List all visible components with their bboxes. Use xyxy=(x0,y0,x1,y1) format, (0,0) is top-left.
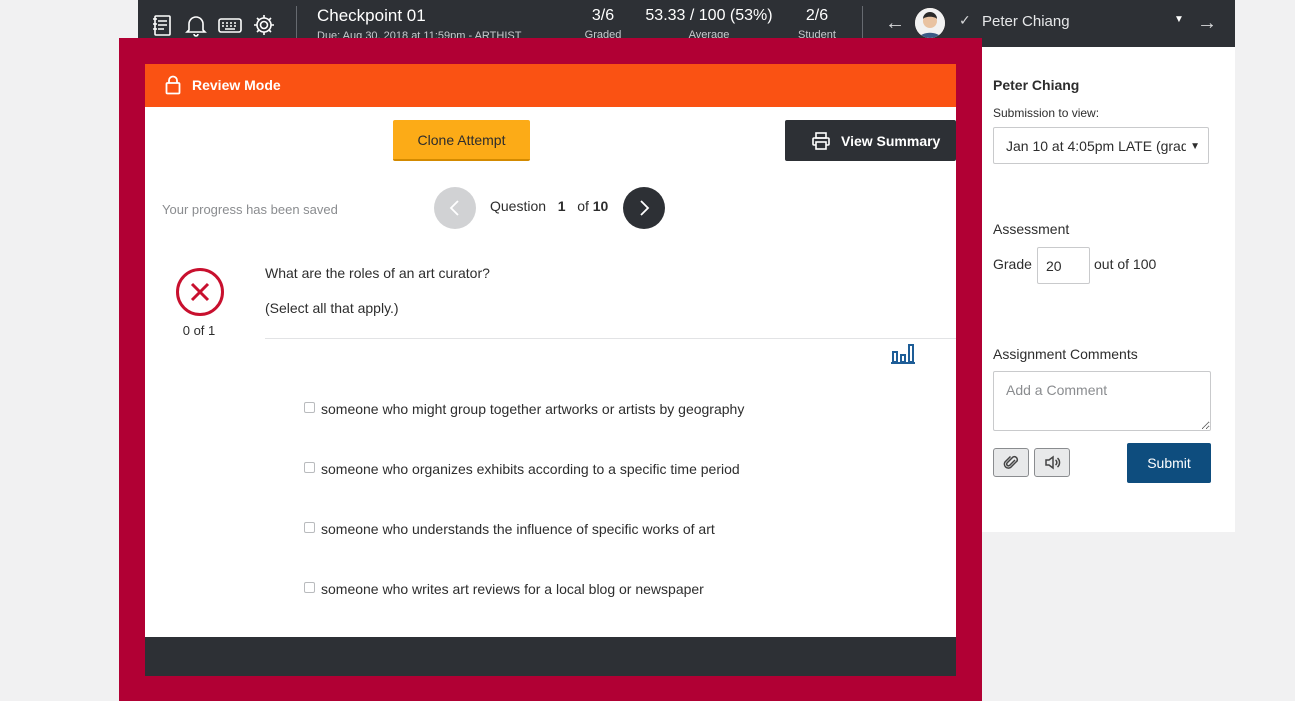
grade-label: Grade xyxy=(993,256,1032,272)
x-circle-icon xyxy=(176,268,224,316)
comments-heading: Assignment Comments xyxy=(993,346,1138,362)
answer-option[interactable]: someone who organizes exhibits according… xyxy=(304,461,740,477)
answer-option[interactable]: someone who writes art reviews for a loc… xyxy=(304,581,704,597)
assessment-content: Review Mode Clone Attempt View Summary Y… xyxy=(145,64,956,676)
grade-input[interactable] xyxy=(1037,247,1090,284)
speaker-icon xyxy=(1045,455,1061,470)
attach-file-button[interactable] xyxy=(993,448,1029,477)
of-word: of xyxy=(577,198,589,214)
question-score: 0 of 1 xyxy=(182,323,216,338)
chevron-down-icon: ▼ xyxy=(1186,141,1200,152)
keyboard-icon[interactable] xyxy=(217,12,243,38)
gear-icon[interactable] xyxy=(251,12,277,38)
chevron-left-icon xyxy=(449,200,459,216)
answer-checkbox[interactable] xyxy=(304,582,315,593)
total-questions: 10 xyxy=(592,198,609,214)
content-footer-bar xyxy=(145,637,956,676)
answer-option-label: someone who organizes exhibits according… xyxy=(321,461,740,477)
avatar xyxy=(915,8,945,38)
grade-out-of: out of 100 xyxy=(1094,256,1157,272)
student-dropdown-caret[interactable]: ▼ xyxy=(1174,14,1184,25)
answer-option[interactable]: someone who understands the influence of… xyxy=(304,521,715,537)
submission-selected-value: Jan 10 at 4:05pm LATE (grade xyxy=(1006,138,1197,154)
grading-panel: Peter Chiang Submission to view: Jan 10 … xyxy=(982,47,1235,532)
chevron-right-icon xyxy=(640,200,650,216)
answer-option-label: someone who might group together artwork… xyxy=(321,401,745,417)
answer-option[interactable]: someone who might group together artwork… xyxy=(304,401,744,417)
question-divider xyxy=(265,338,956,339)
paperclip-icon xyxy=(1003,455,1019,469)
submission-select[interactable]: Jan 10 at 4:05pm LATE (grade ▼ xyxy=(993,127,1209,164)
lock-icon xyxy=(165,75,181,95)
answer-checkbox[interactable] xyxy=(304,402,315,413)
topbar-divider xyxy=(296,6,297,42)
record-audio-button[interactable] xyxy=(1034,448,1070,477)
printer-icon xyxy=(812,132,830,150)
stat-student-value: 2/6 xyxy=(805,7,829,24)
progress-saved-text: Your progress has been saved xyxy=(162,202,338,217)
comment-textarea[interactable] xyxy=(993,371,1211,431)
question-counter: Question 1 of 10 xyxy=(490,198,608,214)
question-instruction: (Select all that apply.) xyxy=(265,300,399,316)
current-question-number: 1 xyxy=(557,198,566,214)
answer-option-label: someone who writes art reviews for a loc… xyxy=(321,581,704,597)
submit-button[interactable]: Submit xyxy=(1127,443,1211,483)
gradebook-icon[interactable] xyxy=(150,12,176,38)
bell-icon[interactable] xyxy=(183,12,209,38)
review-mode-bar: Review Mode xyxy=(145,64,956,107)
question-word: Question xyxy=(490,198,547,214)
view-summary-button[interactable]: View Summary xyxy=(785,120,956,161)
stat-graded: 3/6 Graded xyxy=(579,7,627,41)
graded-check-icon: ✓ xyxy=(959,12,971,28)
answer-checkbox[interactable] xyxy=(304,522,315,533)
review-mode-label: Review Mode xyxy=(192,77,281,93)
next-question-button[interactable] xyxy=(623,187,665,229)
assignment-title: Checkpoint 01 xyxy=(317,6,426,25)
stat-average-value: 53.33 / 100 (53%) xyxy=(645,7,773,24)
question-text: What are the roles of an art curator? xyxy=(265,265,490,281)
view-summary-label: View Summary xyxy=(841,132,941,149)
submission-label: Submission to view: xyxy=(993,106,1100,120)
answer-checkbox[interactable] xyxy=(304,462,315,473)
panel-student-name: Peter Chiang xyxy=(993,77,1080,93)
topbar-divider-2 xyxy=(862,6,863,42)
bar-chart-icon[interactable] xyxy=(891,342,915,364)
assessment-heading: Assessment xyxy=(993,221,1070,237)
answer-option-label: someone who understands the influence of… xyxy=(321,521,715,537)
review-frame: Review Mode Clone Attempt View Summary Y… xyxy=(119,38,982,701)
student-selector[interactable]: Peter Chiang xyxy=(982,13,1070,30)
previous-student-button[interactable]: ← xyxy=(885,12,905,35)
next-student-button[interactable]: → xyxy=(1197,12,1217,35)
stat-average: 53.33 / 100 (53%) Average xyxy=(644,7,774,41)
clone-attempt-button[interactable]: Clone Attempt xyxy=(393,120,530,161)
stat-graded-value: 3/6 xyxy=(591,7,615,24)
previous-question-button[interactable] xyxy=(434,187,476,229)
stat-student: 2/6 Student xyxy=(793,7,841,41)
